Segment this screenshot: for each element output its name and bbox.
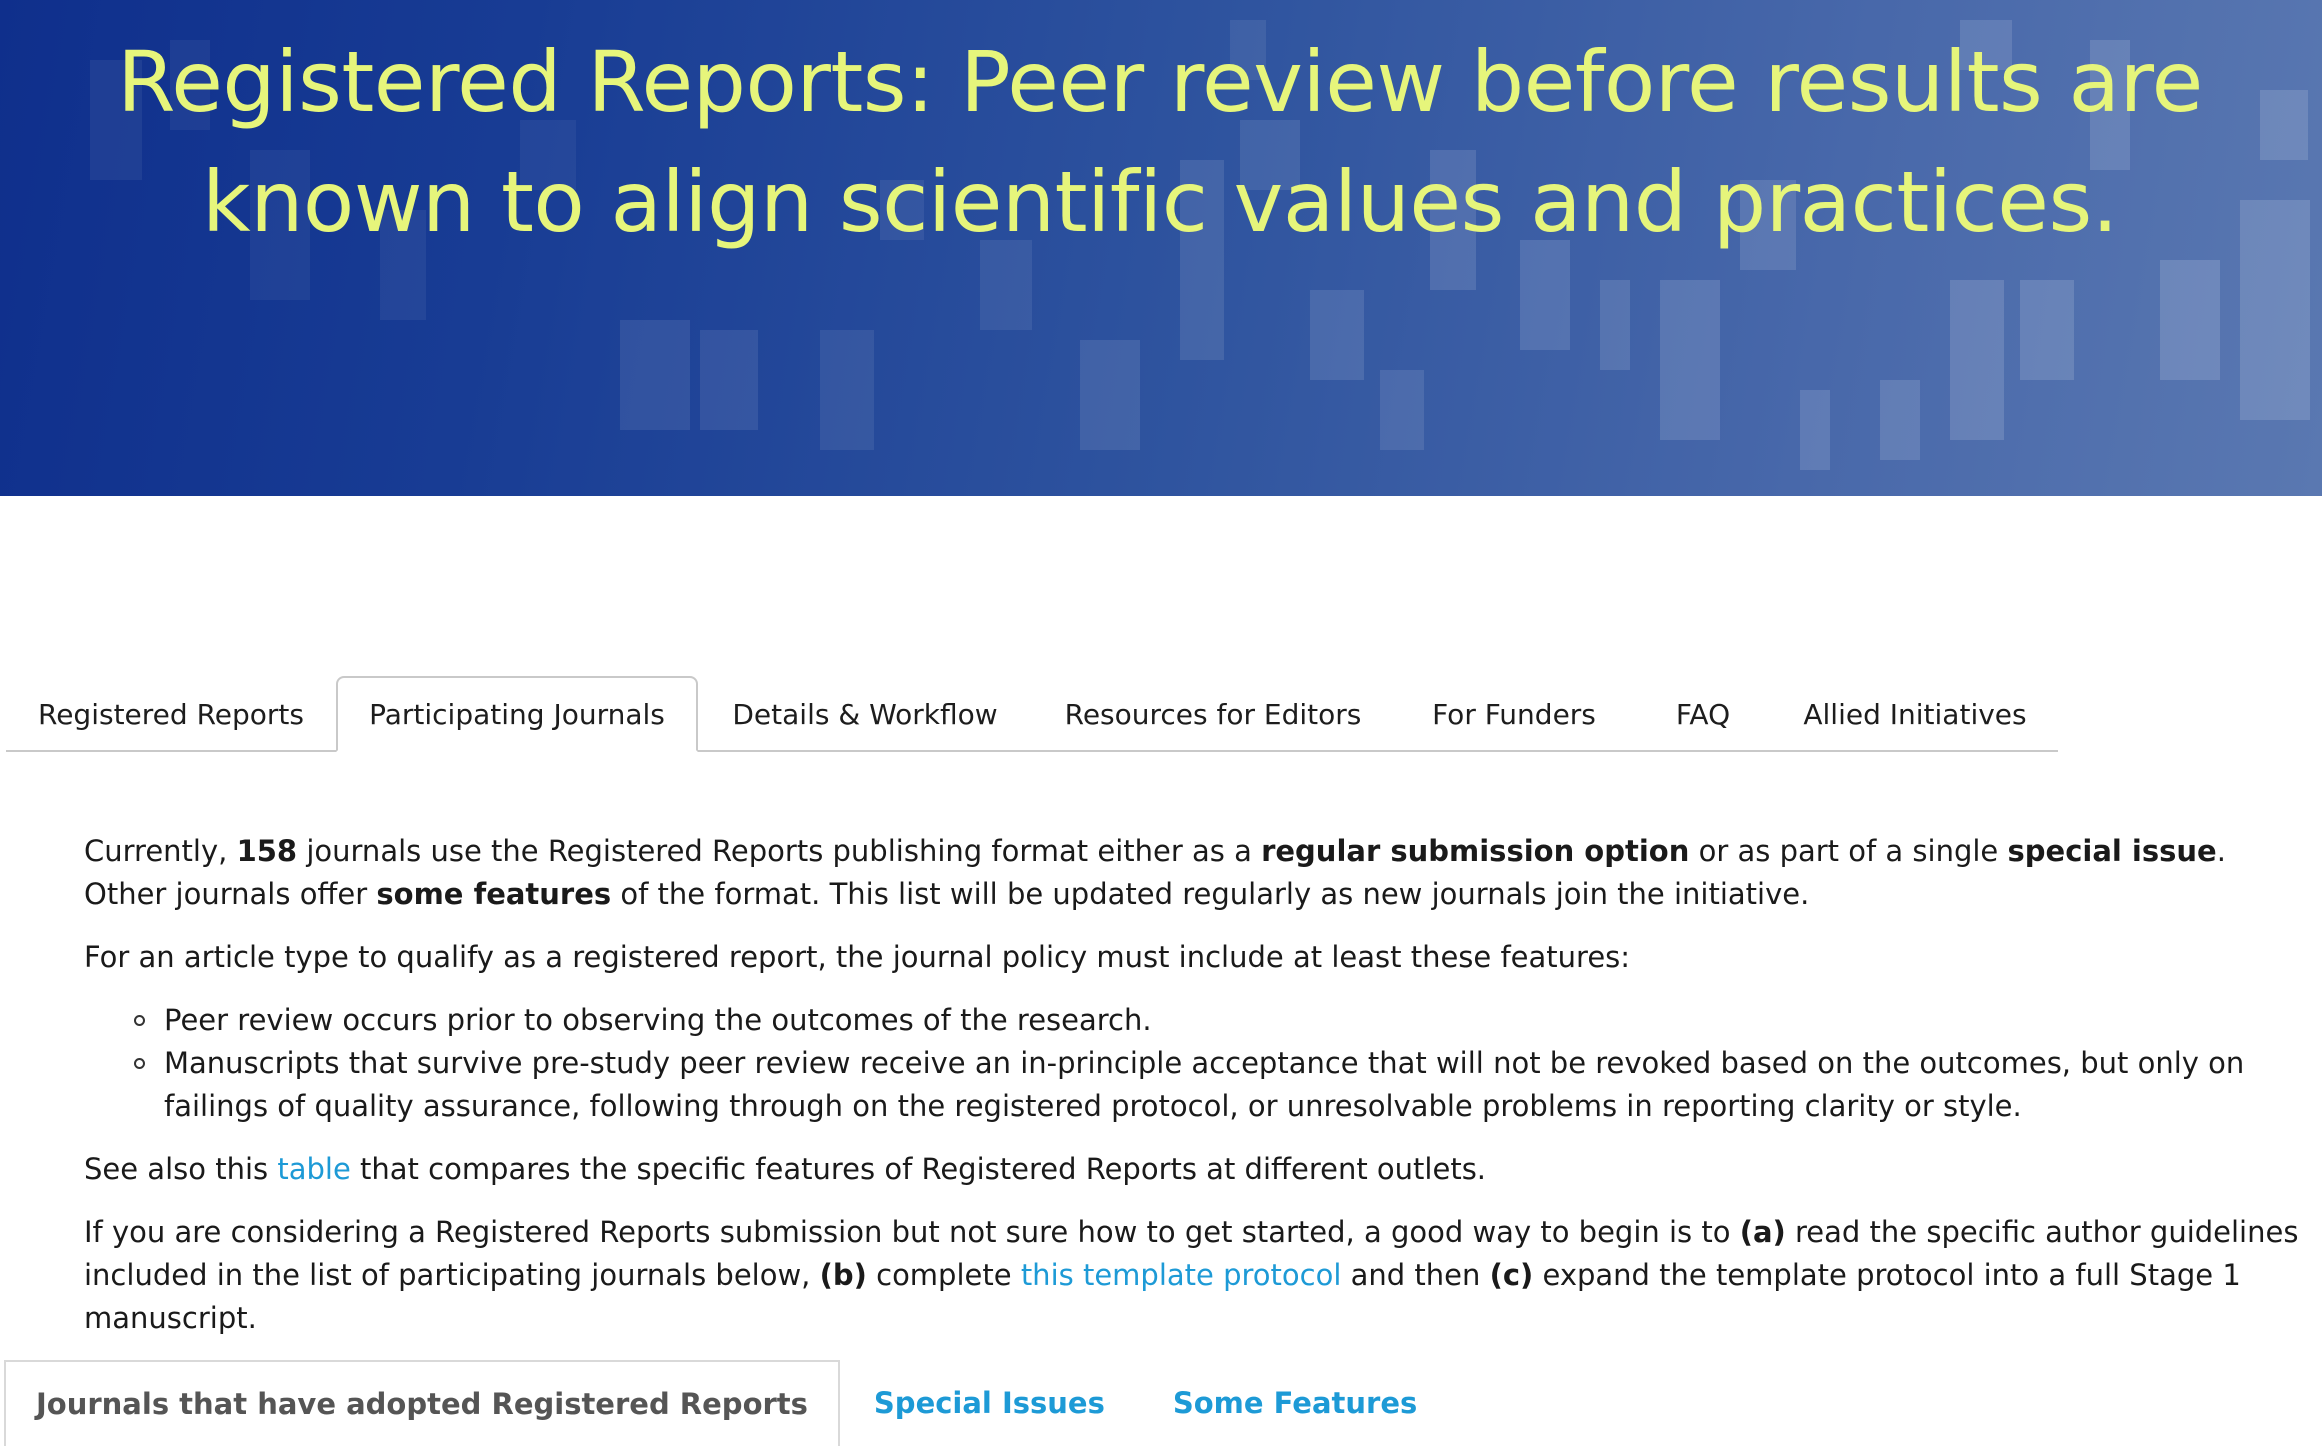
tab-special-issues[interactable]: Special Issues [840, 1360, 1139, 1446]
some-features-label: some features [376, 877, 612, 911]
tab-adopted-journals[interactable]: Journals that have adopted Registered Re… [4, 1360, 840, 1446]
qualification-criteria-list: Peer review occurs prior to observing th… [84, 999, 2314, 1128]
intro-text: journals use the Registered Reports publ… [297, 834, 1262, 868]
criterion-text: Manuscripts that survive pre-study peer … [164, 1046, 2245, 1123]
tab-some-features[interactable]: Some Features [1139, 1360, 1451, 1446]
tab-participating-journals[interactable]: Participating Journals [336, 676, 698, 752]
regular-submission-option-label: regular submission option [1261, 834, 1690, 868]
page-title: Registered Reports: Peer review before r… [90, 22, 2230, 262]
intro-text: of the format. This list will be updated… [611, 877, 1810, 911]
getting-started-paragraph: If you are considering a Registered Repo… [84, 1211, 2314, 1340]
tab-allied-initiatives[interactable]: Allied Initiatives [1772, 678, 2058, 752]
page-title-line-2: known to align scientific values and pra… [202, 153, 2118, 251]
step-b-label: (b) [819, 1258, 867, 1292]
page-title-line-1: Registered Reports: Peer review before r… [117, 33, 2203, 131]
circle-bullet-icon [134, 1015, 145, 1026]
see-also-paragraph: See also this table that compares the sp… [84, 1148, 2314, 1191]
section-tabs: Registered Reports Participating Journal… [6, 676, 2058, 752]
comparison-table-link[interactable]: table [277, 1152, 350, 1186]
see-also-text: that compares the specific features of R… [350, 1152, 1487, 1186]
tab-resources-for-editors[interactable]: Resources for Editors [1032, 678, 1394, 752]
getting-started-text: If you are considering a Registered Repo… [84, 1215, 1740, 1249]
tab-details-workflow[interactable]: Details & Workflow [698, 678, 1032, 752]
participating-journals-content: Currently, 158 journals use the Register… [84, 830, 2314, 1360]
getting-started-text: complete [866, 1258, 1021, 1292]
see-also-text: See also this [84, 1152, 278, 1186]
intro-text: or as part of a single [1689, 834, 2008, 868]
intro-paragraph: Currently, 158 journals use the Register… [84, 830, 2314, 916]
list-item: Manuscripts that survive pre-study peer … [134, 1042, 2314, 1128]
hero-banner: Registered Reports: Peer review before r… [0, 0, 2322, 496]
criterion-text: Peer review occurs prior to observing th… [164, 1003, 1152, 1037]
tab-for-funders[interactable]: For Funders [1394, 678, 1634, 752]
getting-started-text: and then [1341, 1258, 1490, 1292]
tab-registered-reports[interactable]: Registered Reports [6, 678, 336, 752]
template-protocol-link[interactable]: this template protocol [1021, 1258, 1342, 1292]
journal-list-tabs: Journals that have adopted Registered Re… [4, 1360, 1451, 1446]
intro-text: Currently, [84, 834, 237, 868]
journal-count: 158 [236, 834, 298, 868]
list-item: Peer review occurs prior to observing th… [134, 999, 2314, 1042]
step-c-label: (c) [1489, 1258, 1534, 1292]
special-issue-label: special issue [2007, 834, 2217, 868]
tab-faq[interactable]: FAQ [1634, 678, 1772, 752]
qualify-paragraph: For an article type to qualify as a regi… [84, 940, 1631, 974]
step-a-label: (a) [1739, 1215, 1786, 1249]
circle-bullet-icon [134, 1058, 145, 1069]
